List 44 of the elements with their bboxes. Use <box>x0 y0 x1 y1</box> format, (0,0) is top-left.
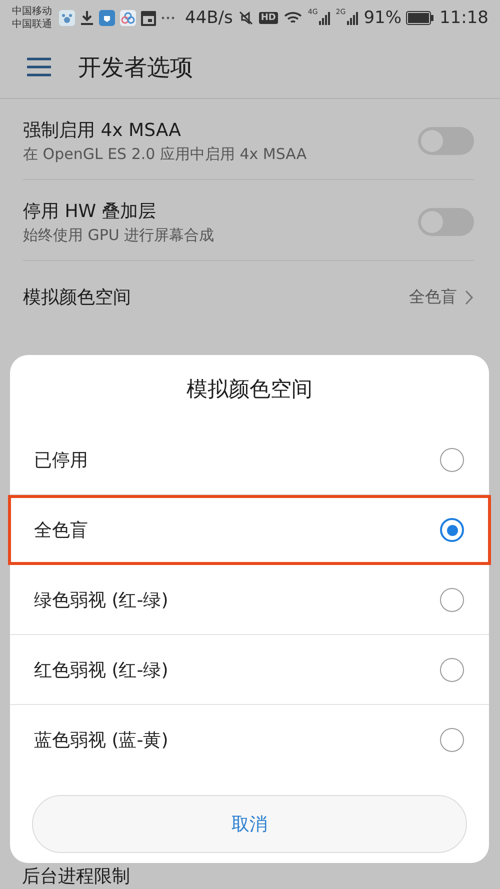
cloud-app-icon <box>120 10 136 26</box>
option-label: 全色盲 <box>34 519 88 542</box>
setting-title: 模拟颜色空间 <box>23 286 131 309</box>
option-row[interactable]: 已停用 <box>10 425 489 495</box>
signal-icon <box>346 11 359 25</box>
mute-icon <box>238 10 254 26</box>
setting-description: 在 OpenGL ES 2.0 应用中启用 4x MSAA <box>23 145 307 164</box>
option-row[interactable]: 绿色弱视 (红-绿) <box>10 565 489 635</box>
option-row[interactable]: 全色盲 <box>8 495 491 565</box>
page-title: 开发者选项 <box>78 54 193 82</box>
option-label: 蓝色弱视 (蓝-黄) <box>34 729 168 752</box>
option-row[interactable]: 红色弱视 (红-绿) <box>10 635 489 705</box>
paw-app-icon <box>59 10 75 26</box>
dialog-title: 模拟颜色空间 <box>186 376 312 403</box>
chevron-right-icon <box>465 290 474 304</box>
carrier-name: 中国移动 <box>12 5 52 18</box>
option-label: 绿色弱视 (红-绿) <box>34 588 168 612</box>
cancel-button[interactable]: 取消 <box>32 795 467 853</box>
toggle-switch[interactable] <box>418 208 474 236</box>
radio-button[interactable] <box>440 658 464 682</box>
setting-description: 始终使用 GPU 进行屏幕合成 <box>23 226 214 245</box>
option-label: 已停用 <box>34 448 88 472</box>
radio-button[interactable] <box>440 518 464 542</box>
radio-button[interactable] <box>440 728 464 752</box>
option-row[interactable]: 蓝色弱视 (蓝-黄) <box>10 705 489 775</box>
calendar-icon <box>141 10 156 26</box>
menu-icon[interactable] <box>26 57 52 77</box>
clock: 11:18 <box>439 8 488 28</box>
setting-title: 后台进程限制 <box>22 867 130 887</box>
setting-value: 全色盲 <box>409 286 457 308</box>
network-speed: 44B/s <box>185 8 233 28</box>
carrier-name: 中国联通 <box>12 18 52 31</box>
signal-icon <box>318 11 331 25</box>
more-icon <box>161 16 175 20</box>
battery-percent: 91% <box>364 8 402 28</box>
hd-badge: HD <box>258 12 278 24</box>
toggle-switch[interactable] <box>418 127 474 155</box>
radio-button[interactable] <box>440 588 464 612</box>
setting-title: 强制启用 4x MSAA <box>23 119 182 142</box>
option-label: 红色弱视 (红-绿) <box>34 658 168 682</box>
download-icon <box>80 10 94 26</box>
setting-title: 停用 HW 叠加层 <box>23 200 157 223</box>
radio-button[interactable] <box>440 448 464 472</box>
battery-icon <box>406 11 434 25</box>
